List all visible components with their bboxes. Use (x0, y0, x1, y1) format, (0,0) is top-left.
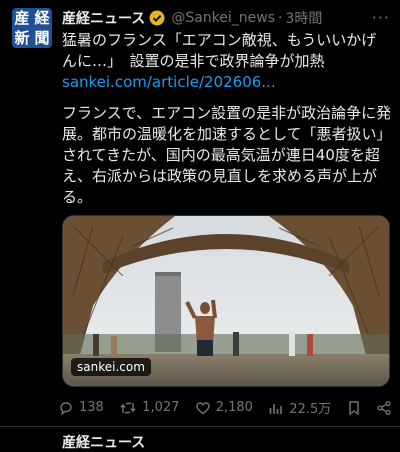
avatar-char: 新 (14, 29, 30, 47)
media-image[interactable]: sankei.com (62, 215, 390, 387)
views-button[interactable]: 22.5万 (268, 398, 331, 417)
retweet-button[interactable]: 1,027 (119, 400, 179, 416)
reply-icon (60, 401, 72, 415)
views-chart-icon (269, 403, 283, 414)
tweet-headline: 猛暑のフランス「エアコン敵視、もういいかげ んに…」 設置の是非で政界論争が加熱… (62, 30, 392, 93)
tweet-body: フランスで、エアコン設置の是非が政治論争に発展。都市の温暖化を加速するとして「悪… (62, 104, 392, 206)
reply-button[interactable]: 138 (58, 400, 104, 416)
account-name[interactable]: 産経ニュース (62, 8, 145, 28)
more-options-icon[interactable]: ··· (372, 8, 390, 27)
heart-icon (196, 401, 210, 414)
avatar-char: 経 (34, 9, 50, 27)
headline-line: んに…」 設置の是非で政界論争が加熱 (62, 52, 325, 70)
bookmark-icon (348, 400, 359, 415)
timestamp[interactable]: 3時間 (285, 8, 322, 28)
tweet-actions: 138 1,027 2,180 22.5万 (58, 398, 392, 417)
divider (0, 426, 400, 427)
article-link[interactable]: sankei.com/article/202606... (62, 72, 392, 93)
avatar-char: 聞 (34, 29, 50, 47)
separator: · (278, 10, 283, 26)
share-icon (377, 400, 391, 415)
verified-icon (149, 10, 165, 26)
avatar-char: 産 (14, 9, 30, 27)
retweet-icon (120, 402, 136, 413)
headline-line: 猛暑のフランス「エアコン敵視、もういいかげ (62, 31, 377, 49)
like-button[interactable]: 2,180 (195, 400, 253, 416)
share-button[interactable] (376, 400, 392, 416)
tweet-header: 産経ニュース @Sankei_news · 3時間 (62, 8, 366, 28)
bookmark-button[interactable] (347, 400, 361, 416)
retweet-count: 1,027 (142, 400, 180, 415)
views-count: 22.5万 (289, 402, 332, 417)
tweet[interactable]: 産 経 新 聞 産経ニュース @Sankei_news · 3時間 ··· 猛暑… (0, 0, 400, 451)
media-source-label: sankei.com (71, 358, 151, 376)
avatar[interactable]: 産 経 新 聞 (12, 8, 52, 48)
next-tweet-account-name[interactable]: 産経ニュース (62, 432, 145, 452)
account-handle[interactable]: @Sankei_news (171, 10, 275, 26)
reply-count: 138 (79, 400, 104, 415)
like-count: 2,180 (215, 400, 253, 415)
